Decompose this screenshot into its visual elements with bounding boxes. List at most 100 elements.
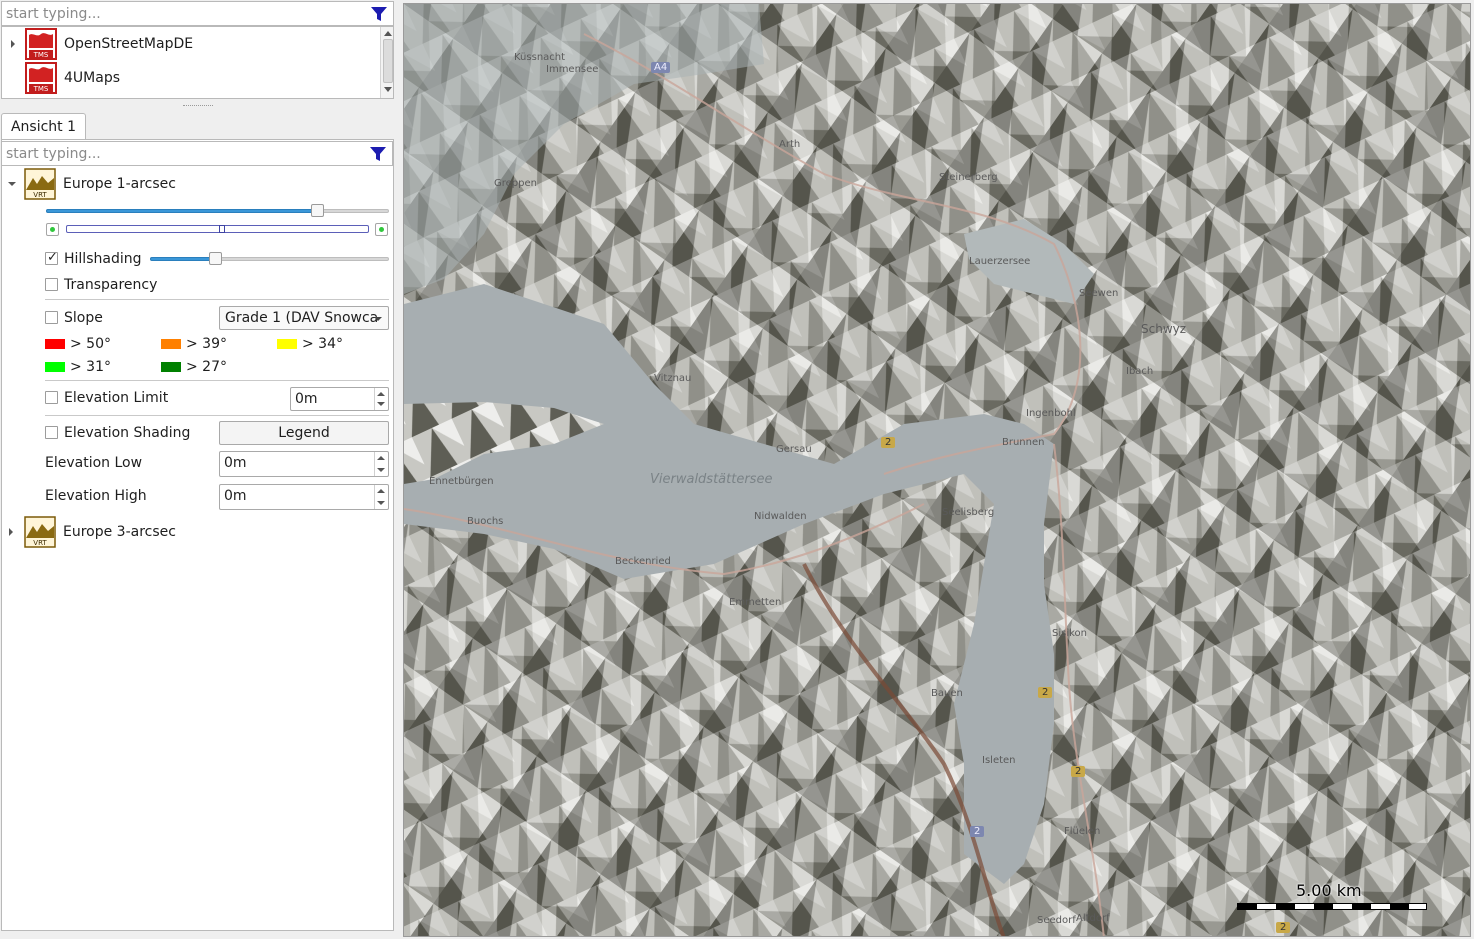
spin-down-icon[interactable] [377, 468, 385, 472]
elevation-high-label: Elevation High [45, 488, 147, 504]
hillshading-slider-fill [150, 257, 215, 261]
separator [45, 415, 389, 416]
spin-arrows[interactable] [374, 452, 388, 476]
elevation-limit-checkbox[interactable] [45, 391, 58, 404]
layer-label-openstreetmapde[interactable]: OpenStreetMapDE [64, 36, 193, 52]
opacity-slider[interactable] [46, 204, 389, 217]
layer-list-scrollbar[interactable] [380, 27, 393, 98]
hillshading-slider[interactable] [150, 252, 389, 265]
map-label-seedorf: Seedorf [1037, 915, 1076, 926]
map-label-ingenbohl: Ingenbohl [1026, 408, 1076, 419]
map-label-lauerzersee: Lauerzersee [969, 256, 1031, 267]
spin-down-icon[interactable] [377, 402, 385, 406]
vrt-elevation-icon: VRT [24, 168, 56, 200]
elevation-high-spinbox[interactable]: 0m [219, 484, 389, 510]
dem-search-input[interactable]: start typing... [1, 141, 393, 166]
spin-arrows[interactable] [374, 388, 388, 410]
filter-icon[interactable] [370, 6, 388, 22]
map-label-ennetbuergen: Ennetbürgen [429, 476, 494, 487]
slope-swatch-39 [161, 339, 181, 349]
spin-up-icon[interactable] [377, 489, 385, 493]
spin-arrows[interactable] [374, 485, 388, 509]
map-view[interactable]: Arth Steinerberg Lauerzersee Seewen Schw… [403, 3, 1471, 937]
slope-swatch-50 [45, 339, 65, 349]
spin-up-icon[interactable] [377, 456, 385, 460]
elevation-range-slider[interactable] [66, 225, 369, 233]
dem-label-europe-1-arcsec[interactable]: Europe 1-arcsec [63, 176, 176, 192]
scroll-down-icon[interactable] [384, 87, 392, 93]
tms-badge-text: TMS [33, 51, 49, 59]
range-min-button[interactable] [46, 223, 59, 236]
slope-legend-31: > 31° [70, 359, 111, 375]
slope-legend-34: > 34° [302, 336, 343, 352]
legend-button-label: Legend [278, 425, 330, 441]
range-max-button[interactable] [375, 223, 388, 236]
map-label-gersau: Gersau [776, 444, 812, 455]
elevation-shading-checkbox[interactable] [45, 426, 58, 439]
slope-legend-27: > 27° [186, 359, 227, 375]
hillshading-slider-handle[interactable] [209, 252, 222, 265]
map-label-vierwaldstaettersee: Vierwaldstättersee [650, 472, 773, 487]
separator [45, 299, 389, 300]
layer-label-4umaps[interactable]: 4UMaps [64, 70, 120, 86]
map-label-flueelen: Flüelen [1064, 826, 1101, 837]
slope-grade-select[interactable]: Grade 1 (DAV Snowca [219, 306, 389, 330]
elevation-low-value: 0m [224, 455, 247, 471]
vrt-elevation-icon: VRT [24, 516, 56, 548]
map-label-greppen: Greppen [494, 178, 537, 189]
map-label-altdorf: Altdorf [1076, 913, 1110, 924]
hillshading-label: Hillshading [64, 251, 142, 267]
dem-search-placeholder: start typing... [6, 146, 101, 162]
scale-bar [1237, 903, 1427, 910]
map-label-sisikon: Sisikon [1052, 628, 1088, 639]
road-shield: 2 [881, 437, 896, 448]
spin-up-icon[interactable] [377, 392, 385, 396]
scroll-thumb[interactable] [383, 39, 393, 83]
main-splitter[interactable] [395, 0, 403, 939]
slope-legend-50: > 50° [70, 336, 111, 352]
map-label-ibach: Ibach [1126, 366, 1154, 377]
map-label-arth: Arth [779, 139, 801, 150]
layer-search-input[interactable]: start typing... [1, 1, 394, 26]
range-mid-handle[interactable] [219, 225, 225, 233]
slope-label: Slope [64, 310, 103, 326]
map-label-seelisberg: Seelisberg [942, 507, 995, 518]
collapse-arrow-icon[interactable] [7, 179, 17, 189]
vrt-badge-text: VRT [33, 539, 47, 547]
transparency-label: Transparency [64, 277, 158, 293]
vrt-badge-text: VRT [33, 191, 47, 199]
scale-label: 5.00 km [1296, 881, 1362, 900]
tms-map-icon: TMS [25, 28, 57, 60]
spin-down-icon[interactable] [377, 501, 385, 505]
terrain-map[interactable] [404, 4, 1471, 937]
map-layer-list: TMS OpenStreetMapDE TMS 4UMaps [1, 26, 394, 99]
map-label-bauen: Bauen [931, 688, 963, 699]
tms-badge-text: TMS [33, 85, 49, 93]
slope-swatch-27 [161, 362, 181, 372]
road-shield: 2 [1038, 687, 1053, 698]
elevation-limit-value: 0m [295, 391, 318, 407]
slope-checkbox[interactable] [45, 311, 58, 324]
slope-legend-39: > 39° [186, 336, 227, 352]
opacity-slider-fill [46, 209, 317, 213]
expand-arrow-icon[interactable] [8, 39, 18, 49]
legend-button[interactable]: Legend [219, 421, 389, 445]
hillshading-checkbox[interactable] [45, 250, 58, 265]
dem-label-europe-3-arcsec[interactable]: Europe 3-arcsec [63, 524, 176, 540]
transparency-checkbox[interactable] [45, 278, 58, 291]
elevation-low-spinbox[interactable]: 0m [219, 451, 389, 477]
road-shield: 2 [1071, 766, 1086, 777]
expand-arrow-icon[interactable] [6, 527, 16, 537]
scroll-up-icon[interactable] [384, 30, 392, 36]
map-label-immensee: Immensee [546, 64, 599, 75]
panel-splitter[interactable] [1, 101, 394, 109]
filter-icon[interactable] [369, 146, 387, 162]
tab-ansicht-1[interactable]: Ansicht 1 [1, 113, 86, 140]
elevation-limit-spinbox[interactable]: 0m [290, 387, 389, 411]
elevation-low-label: Elevation Low [45, 455, 143, 471]
opacity-slider-handle[interactable] [311, 204, 324, 217]
tms-map-icon: TMS [25, 62, 57, 94]
slope-swatch-31 [45, 362, 65, 372]
slope-grade-value: Grade 1 (DAV Snowca [225, 310, 379, 326]
slope-swatch-34 [277, 339, 297, 349]
